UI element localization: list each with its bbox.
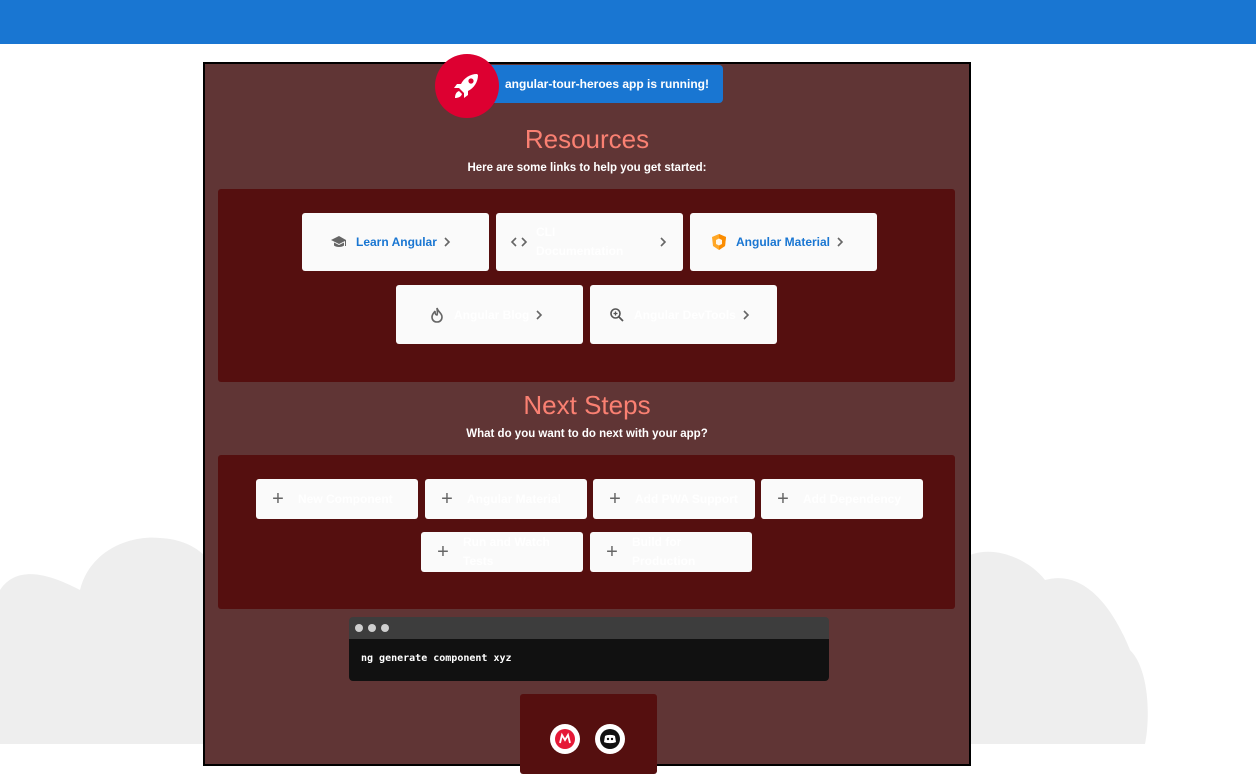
card-label: CLI Documentation [536, 225, 624, 258]
step-label: Angular Material [467, 491, 562, 506]
step-build-for-production[interactable]: + Build for Production [590, 532, 752, 572]
step-new-component[interactable]: + New Component [256, 479, 418, 519]
plus-icon: + [441, 487, 453, 510]
step-angular-material[interactable]: + Angular Material [425, 479, 587, 519]
devtools-icon [608, 306, 626, 324]
chevron-right-icon [836, 236, 844, 248]
step-label: Build for Production [632, 535, 696, 568]
meetup-icon [555, 729, 575, 749]
graduation-cap-icon [330, 233, 348, 251]
social-links [520, 694, 657, 774]
app-running-banner: angular-tour-heroes app is running! [491, 65, 724, 103]
main-content-panel: angular-tour-heroes app is running! Reso… [203, 54, 971, 774]
plus-icon: + [272, 487, 284, 510]
chevron-right-icon [659, 236, 667, 248]
card-angular-material[interactable]: Angular Material [690, 213, 877, 271]
step-label: Run and Watch Tests [463, 535, 550, 568]
terminal-header [349, 617, 829, 639]
rocket-icon [454, 74, 478, 98]
step-add-pwa-support[interactable]: + Add PWA Support [593, 479, 755, 519]
plus-icon: + [609, 487, 621, 510]
step-add-dependency[interactable]: + Add Dependency [761, 479, 923, 519]
window-dot-icon [368, 624, 376, 632]
card-angular-devtools[interactable]: Angular DevTools [590, 285, 777, 344]
code-icon [510, 233, 528, 251]
resources-subtitle: Here are some links to help you get star… [467, 162, 707, 174]
app-running-text: angular-tour-heroes app is running! [505, 77, 710, 91]
resources-container: Learn Angular CLI Documentation Angular … [218, 189, 955, 382]
chevron-right-icon [535, 309, 543, 321]
card-label: Angular DevTools [634, 307, 736, 322]
discord-link[interactable] [595, 724, 625, 754]
step-label: Add Dependency [803, 491, 902, 506]
card-angular-blog[interactable]: Angular Blog [396, 285, 583, 344]
window-dot-icon [381, 624, 389, 632]
step-label: Add PWA Support [635, 491, 738, 506]
terminal-window: ng generate component xyz [349, 617, 829, 681]
next-steps-title: Next Steps [523, 390, 651, 420]
step-label: New Component [298, 491, 393, 506]
top-toolbar [0, 0, 1256, 44]
flame-icon [428, 306, 446, 324]
rocket-badge [435, 54, 499, 118]
terminal-command: ng generate component xyz [349, 639, 829, 681]
card-label: Learn Angular [356, 235, 437, 249]
window-dot-icon [355, 624, 363, 632]
angular-material-icon [710, 233, 728, 251]
resources-title: Resources [524, 124, 650, 154]
chevron-right-icon [443, 236, 451, 248]
meetup-link[interactable] [550, 724, 580, 754]
discord-icon [600, 729, 620, 749]
next-steps-container: + New Component + Angular Material + Add… [218, 455, 955, 609]
chevron-right-icon [742, 309, 750, 321]
card-label: Angular Blog [454, 307, 530, 322]
next-steps-subtitle: What do you want to do next with your ap… [466, 428, 708, 440]
card-learn-angular[interactable]: Learn Angular [302, 213, 489, 271]
plus-icon: + [437, 540, 449, 563]
plus-icon: + [606, 540, 618, 563]
step-run-and-watch-tests[interactable]: + Run and Watch Tests [421, 532, 583, 572]
card-label: Angular Material [736, 235, 831, 249]
card-cli-documentation[interactable]: CLI Documentation [496, 213, 683, 271]
plus-icon: + [777, 487, 789, 510]
